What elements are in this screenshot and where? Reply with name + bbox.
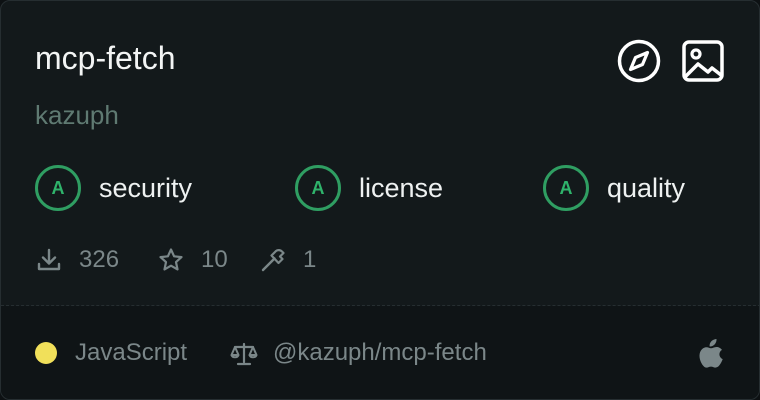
grade-security[interactable]: A security — [35, 165, 192, 211]
grade-label: quality — [607, 172, 686, 203]
grade-badge: A — [295, 165, 341, 211]
stars-count: 10 — [201, 246, 228, 273]
grade-label: license — [359, 172, 444, 203]
server-author[interactable]: kazuph — [35, 98, 119, 132]
tools-count: 1 — [303, 246, 317, 273]
compass-icon[interactable] — [617, 39, 661, 83]
downloads-stat: 326 — [35, 243, 119, 277]
stars-stat: 10 — [157, 243, 228, 277]
hammer-icon — [259, 246, 287, 274]
server-title[interactable]: mcp-fetch — [35, 39, 175, 77]
grade-label: security — [99, 172, 193, 203]
language-dot — [35, 342, 57, 364]
package-name[interactable]: @kazuph/mcp-fetch — [273, 338, 487, 368]
scale-icon — [230, 341, 258, 372]
apple-icon — [697, 337, 725, 374]
grade-badge: A — [543, 165, 589, 211]
download-icon — [35, 246, 63, 274]
grade-license[interactable]: A license — [295, 165, 443, 211]
image-icon[interactable] — [681, 39, 725, 83]
server-card[interactable]: mcp-fetch kazuph A security A license A … — [0, 0, 760, 400]
grade-quality[interactable]: A quality — [543, 165, 685, 211]
star-icon — [157, 246, 185, 274]
language-name: JavaScript — [75, 339, 188, 366]
downloads-count: 326 — [79, 246, 120, 273]
tools-stat: 1 — [259, 243, 316, 277]
grade-badge: A — [35, 165, 81, 211]
